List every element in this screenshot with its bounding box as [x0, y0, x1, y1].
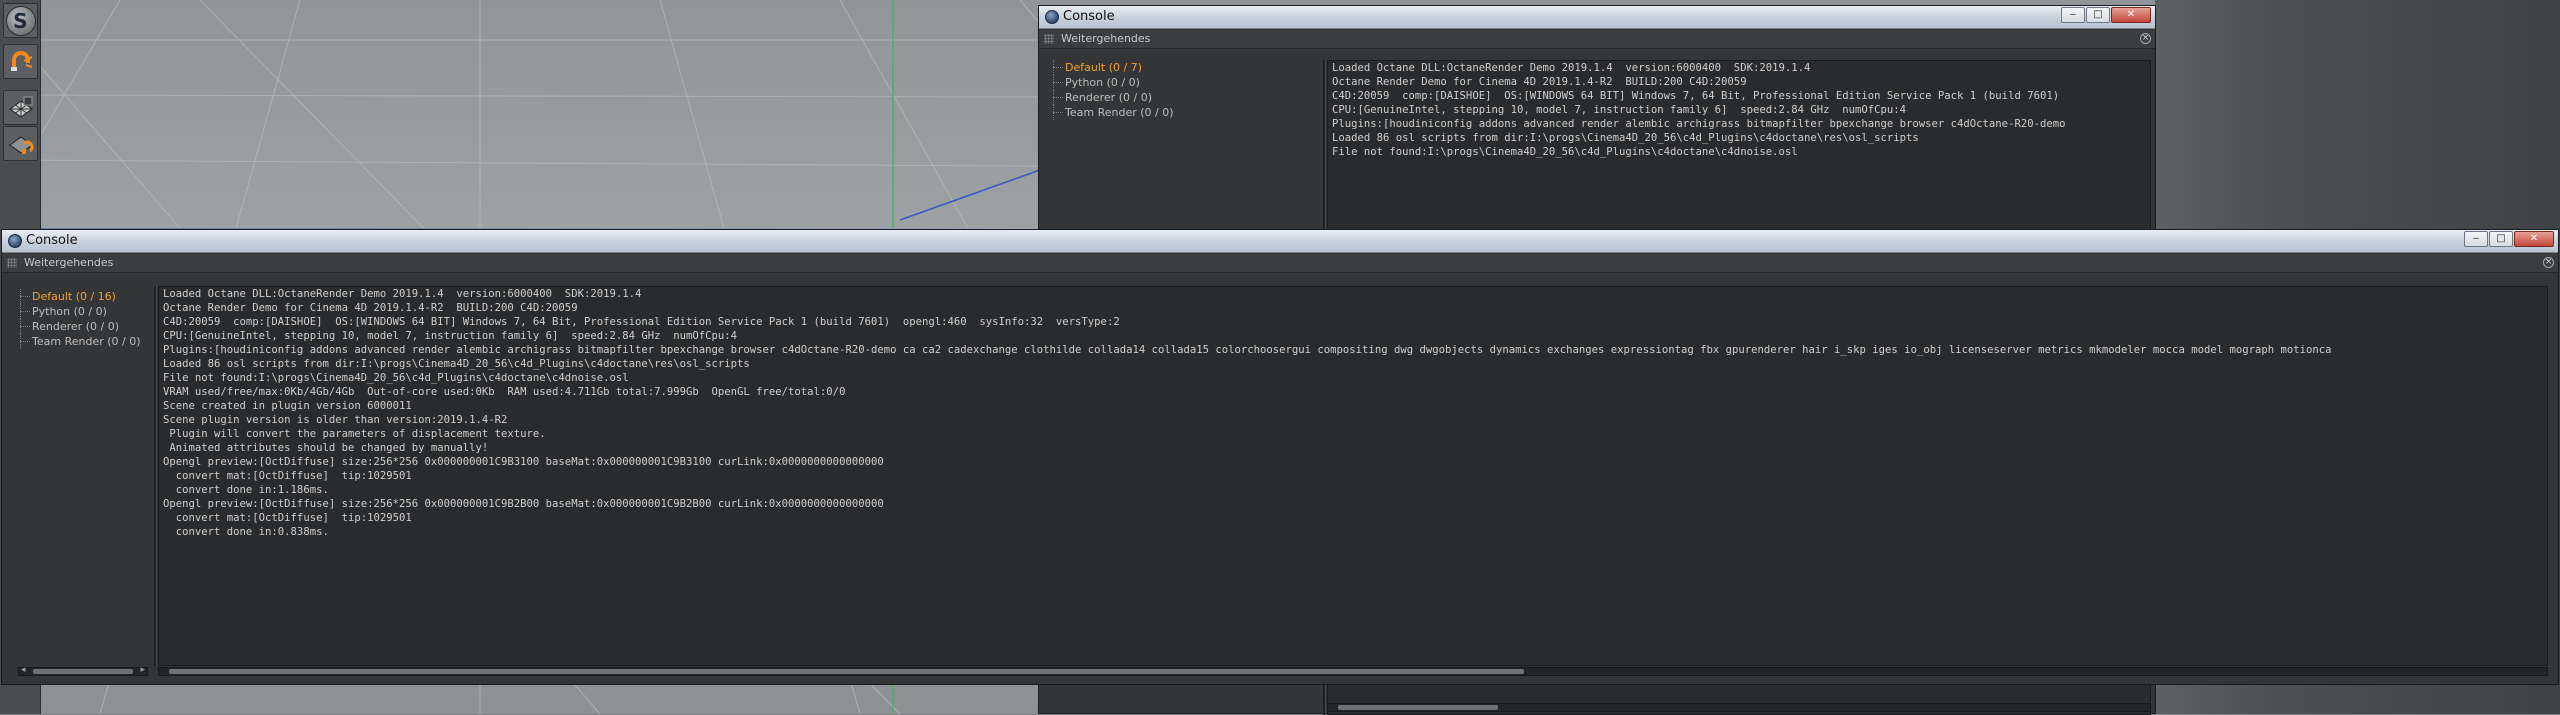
console-window-main[interactable]: Console ‒ □ ✕ Weitergehendes × Default (…: [1, 229, 2559, 685]
log-line: convert done in:1.186ms.: [163, 484, 329, 496]
window-titlebar[interactable]: Console ‒ □ ✕: [2, 230, 2558, 253]
window-titlebar[interactable]: Console ‒ □ ✕: [1039, 6, 2155, 29]
tree-item-python[interactable]: Python (0 / 0): [14, 304, 154, 319]
close-icon[interactable]: ×: [2140, 33, 2151, 44]
log-line: C4D:20059 comp:[DAISHOE] OS:[WINDOWS 64 …: [163, 316, 1120, 328]
horizontal-scrollbar[interactable]: [1327, 703, 2151, 712]
window-controls: ‒ □ ✕: [2061, 7, 2151, 23]
menu-weitergehendes[interactable]: Weitergehendes: [24, 256, 113, 269]
log-line: File not found:I:\progs\Cinema4D_20_56\c…: [1332, 146, 1798, 158]
snap-icon: [8, 135, 33, 154]
log-line: Octane Render Demo for Cinema 4D 2019.1.…: [1332, 76, 1747, 88]
log-line: convert mat:[OctDiffuse] tip:1029501: [163, 470, 412, 482]
log-line: C4D:20059 comp:[DAISHOE] OS:[WINDOWS 64 …: [1332, 90, 2060, 102]
console-log[interactable]: Loaded Octane DLL:OctaneRender Demo 2019…: [158, 286, 2548, 666]
snap-magnet-button[interactable]: [3, 44, 38, 79]
cinema4d-s-icon: S: [5, 5, 36, 36]
log-line: CPU:[GenuineIntel, stepping 10, model 7,…: [163, 330, 738, 342]
tree-item-team-render[interactable]: Team Render (0 / 0): [14, 334, 154, 349]
log-line: Plugins:[houdiniconfig addons advanced r…: [1332, 118, 2066, 130]
window-title: Console: [26, 233, 78, 248]
log-line: Loaded Octane DLL:OctaneRender Demo 2019…: [1332, 62, 1811, 74]
console-category-tree: Default (0 / 16) Python (0 / 0) Renderer…: [14, 289, 154, 349]
log-line: VRAM used/free/max:0Kb/4Gb/4Gb Out-of-co…: [163, 386, 846, 398]
log-line: Opengl preview:[OctDiffuse] size:256*256…: [163, 498, 884, 510]
pane-splitter[interactable]: [154, 286, 157, 666]
tree-item-default[interactable]: Default (0 / 16): [14, 289, 154, 304]
tree-item-renderer[interactable]: Renderer (0 / 0): [14, 319, 154, 334]
grid-checker-icon: [8, 96, 33, 118]
minimize-icon[interactable]: ‒: [2061, 7, 2085, 23]
log-line: Animated attributes should be changed by…: [163, 442, 489, 454]
tree-item-python[interactable]: Python (0 / 0): [1047, 75, 1207, 90]
log-line: Scene created in plugin version 6000011: [163, 400, 412, 412]
magnet-icon: [10, 50, 32, 71]
log-line: Loaded 86 osl scripts from dir:I:\progs\…: [1332, 132, 1919, 144]
log-line: Loaded Octane DLL:OctaneRender Demo 2019…: [163, 288, 642, 300]
grip-dots-icon[interactable]: [7, 258, 17, 268]
log-line: Opengl preview:[OctDiffuse] size:256*256…: [163, 456, 884, 468]
tree-item-renderer[interactable]: Renderer (0 / 0): [1047, 90, 1207, 105]
console-menubar: Weitergehendes ×: [1039, 30, 2155, 49]
cinema4d-icon: [8, 234, 22, 248]
window-title: Console: [1063, 9, 1115, 24]
minimize-icon[interactable]: ‒: [2464, 231, 2488, 247]
tree-horizontal-scrollbar[interactable]: ◂ ▸: [18, 665, 148, 676]
maximize-icon[interactable]: □: [2086, 7, 2110, 23]
cinema4d-icon: [1045, 10, 1059, 24]
console-category-tree: Default (0 / 7) Python (0 / 0) Renderer …: [1047, 60, 1207, 120]
log-line: Plugin will convert the parameters of di…: [163, 428, 546, 440]
model-mode-button[interactable]: S: [3, 3, 38, 38]
close-icon[interactable]: ✕: [2514, 231, 2554, 247]
scrollbar-thumb[interactable]: [1338, 705, 1498, 710]
log-line: File not found:I:\progs\Cinema4D_20_56\c…: [163, 372, 629, 384]
scroll-left-icon[interactable]: ◂: [21, 665, 26, 675]
close-icon[interactable]: ×: [2543, 257, 2554, 268]
workplane-button[interactable]: [3, 90, 38, 125]
log-line: Loaded 86 osl scripts from dir:I:\progs\…: [163, 358, 750, 370]
menu-weitergehendes[interactable]: Weitergehendes: [1061, 32, 1150, 45]
tree-item-team-render[interactable]: Team Render (0 / 0): [1047, 105, 1207, 120]
log-line: convert mat:[OctDiffuse] tip:1029501: [163, 512, 412, 524]
scroll-right-icon[interactable]: ▸: [140, 665, 145, 675]
window-controls: ‒ □ ✕: [2464, 231, 2554, 247]
console-menubar: Weitergehendes ×: [2, 254, 2558, 273]
scrollbar-thumb[interactable]: [169, 669, 1524, 674]
log-line: Scene plugin version is older than versi…: [163, 414, 508, 426]
close-icon[interactable]: ✕: [2111, 7, 2151, 23]
horizontal-scrollbar[interactable]: [158, 667, 2548, 676]
scrollbar-thumb[interactable]: [33, 669, 133, 674]
log-line: convert done in:0.838ms.: [163, 526, 329, 538]
tree-item-default[interactable]: Default (0 / 7): [1047, 60, 1207, 75]
maximize-icon[interactable]: □: [2489, 231, 2513, 247]
snap-settings-button[interactable]: [3, 126, 38, 161]
log-line: Octane Render Demo for Cinema 4D 2019.1.…: [163, 302, 578, 314]
log-line: CPU:[GenuineIntel, stepping 10, model 7,…: [1332, 104, 1907, 116]
grip-dots-icon[interactable]: [1044, 34, 1054, 44]
log-line: Plugins:[houdiniconfig addons advanced r…: [163, 344, 2332, 356]
